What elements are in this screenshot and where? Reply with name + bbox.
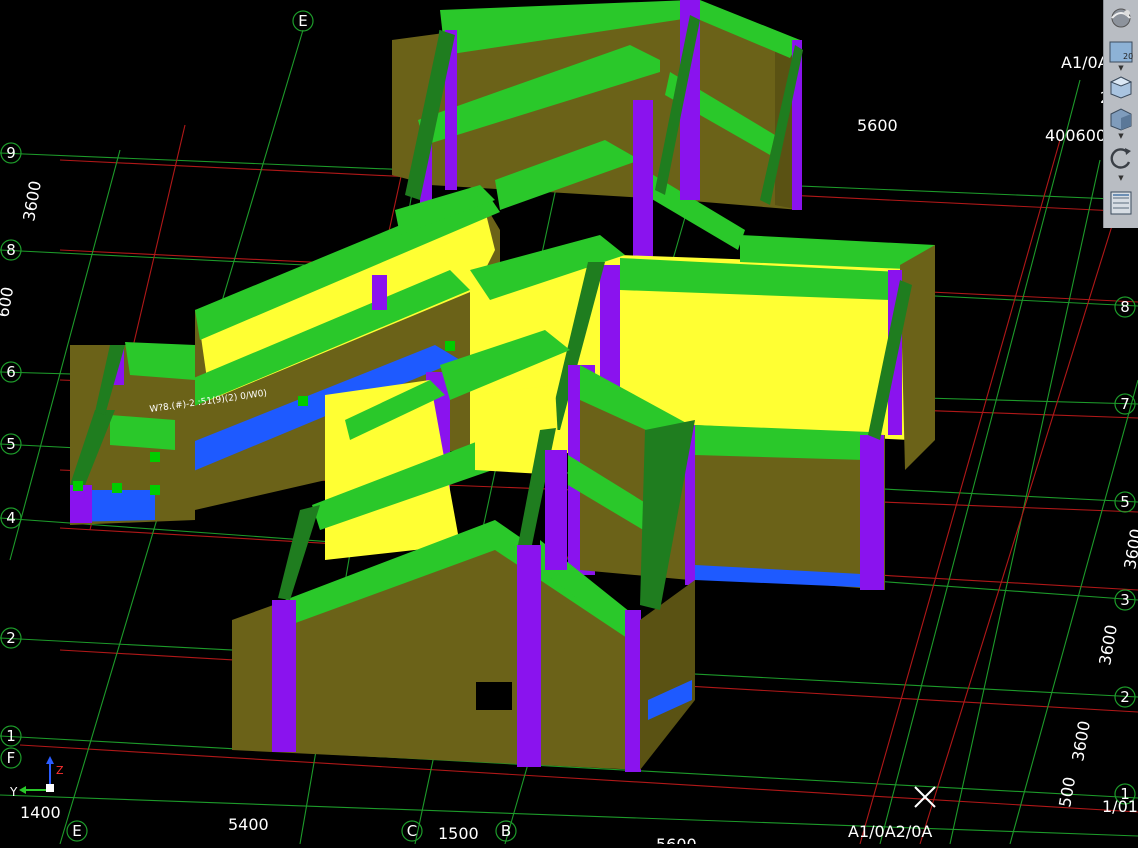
svg-text:E: E bbox=[72, 822, 81, 840]
dropdown-caret-icon[interactable]: ▼ bbox=[1104, 64, 1138, 72]
axis-label-a1-0a: A1/0A bbox=[1061, 53, 1109, 72]
dimension-bottom-1400: 1400 bbox=[20, 803, 61, 822]
dimension-bottom-5400: 5400 bbox=[228, 815, 269, 834]
dropdown-caret-icon-3[interactable]: ▼ bbox=[1104, 174, 1138, 182]
svg-text:C: C bbox=[407, 822, 417, 840]
svg-text:2: 2 bbox=[1120, 688, 1130, 706]
svg-text:3: 3 bbox=[1120, 591, 1130, 609]
svg-text:6: 6 bbox=[6, 363, 16, 381]
svg-text:4: 4 bbox=[6, 509, 16, 527]
dimension-top-5600: 5600 bbox=[857, 116, 898, 135]
svg-text:8: 8 bbox=[6, 241, 16, 259]
svg-text:Y: Y bbox=[9, 785, 18, 799]
layer-manager-icon[interactable] bbox=[1107, 188, 1135, 216]
dimension-bottom-1500: 1500 bbox=[438, 824, 479, 843]
model-viewport[interactable]: W?8.(#)-2 :51(9)(2) 0/W0) E 9 8 6 5 4 2 bbox=[0, 0, 1138, 848]
dropdown-caret-icon-2[interactable]: ▼ bbox=[1104, 132, 1138, 140]
svg-text:8: 8 bbox=[1120, 298, 1130, 316]
svg-text:F: F bbox=[7, 749, 16, 767]
axis-label-fragment-101: 1/01 bbox=[1102, 797, 1138, 816]
view-toolbar: 20 ▼ ▼ ▼ bbox=[1103, 0, 1138, 228]
svg-text:E: E bbox=[298, 12, 307, 30]
svg-text:1: 1 bbox=[6, 727, 16, 745]
axis-label-a1-0a2-0a: A1/0A2/0A bbox=[848, 822, 932, 841]
svg-text:9: 9 bbox=[6, 144, 16, 162]
svg-text:2: 2 bbox=[6, 629, 16, 647]
svg-text:Z: Z bbox=[56, 764, 64, 777]
view-top-cube-icon[interactable] bbox=[1107, 72, 1135, 100]
svg-text:5: 5 bbox=[6, 435, 16, 453]
view-iso-cube-icon[interactable] bbox=[1107, 104, 1135, 132]
orbit-icon[interactable] bbox=[1107, 144, 1135, 172]
svg-text:5: 5 bbox=[1120, 493, 1130, 511]
navigation-wheel-icon[interactable] bbox=[1107, 4, 1135, 32]
dimension-top-400600: 400600 bbox=[1045, 126, 1106, 145]
dimension-bottom-5600: 5600 bbox=[656, 835, 697, 844]
svg-text:20: 20 bbox=[1123, 52, 1133, 61]
svg-text:B: B bbox=[501, 822, 511, 840]
svg-text:7: 7 bbox=[1120, 395, 1130, 413]
view-front-20-icon[interactable]: 20 bbox=[1107, 38, 1135, 66]
